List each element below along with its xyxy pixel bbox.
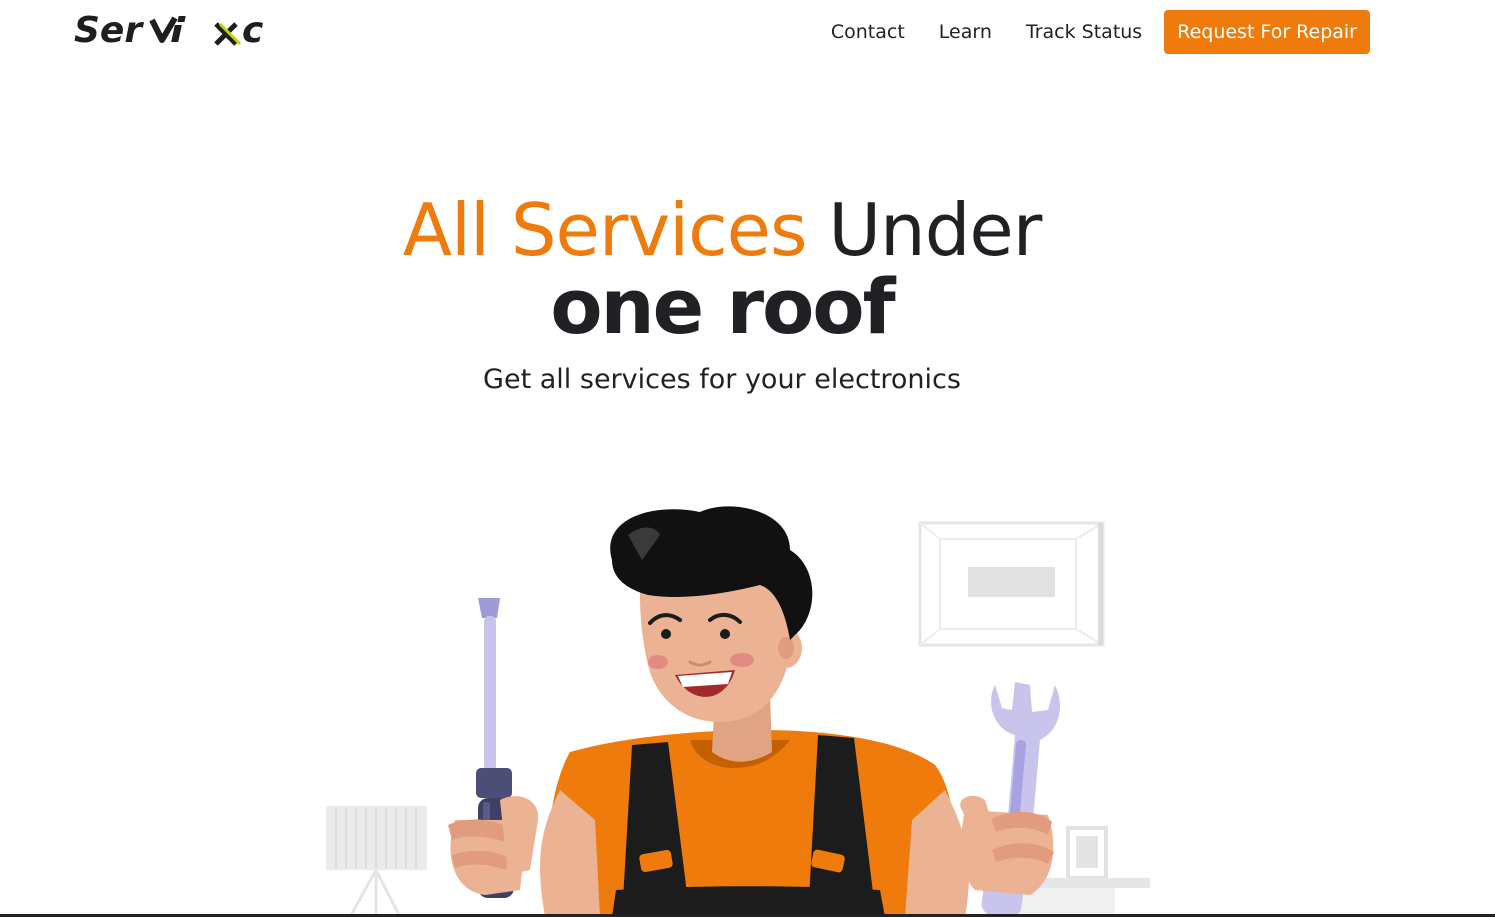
hero-headline: All Services Under — [0, 190, 1444, 270]
repair-technician-illustration — [326, 506, 1150, 917]
background-furniture-left-icon — [326, 806, 427, 917]
nav-track-status-link[interactable]: Track Status — [1026, 21, 1142, 43]
right-hand-icon — [960, 795, 1054, 895]
request-repair-button[interactable]: Request For Repair — [1164, 10, 1370, 54]
headline-accent: All Services — [402, 188, 808, 272]
servixc-logo-icon: Ser c — [74, 10, 263, 50]
svg-text:c: c — [242, 10, 263, 50]
nav-learn-link[interactable]: Learn — [939, 21, 992, 43]
svg-text:Ser: Ser — [74, 10, 144, 50]
technician-head-icon — [610, 506, 813, 722]
technician-illustration — [0, 490, 1495, 917]
headline-bold: one roof — [550, 262, 895, 351]
wall-frame-icon — [918, 521, 1105, 647]
headline-rest: Under — [828, 188, 1042, 272]
nav-contact-link[interactable]: Contact — [831, 21, 905, 43]
hero-section: All Services Under one roof Get all serv… — [0, 190, 1444, 398]
nav-links: Contact Learn Track Status Request For R… — [831, 10, 1370, 54]
brand-logo[interactable]: Ser c — [74, 10, 279, 50]
navbar: Ser c Contact Learn Track Status Request… — [0, 0, 1495, 64]
hero-subtitle: Get all services for your electronics — [483, 364, 961, 395]
